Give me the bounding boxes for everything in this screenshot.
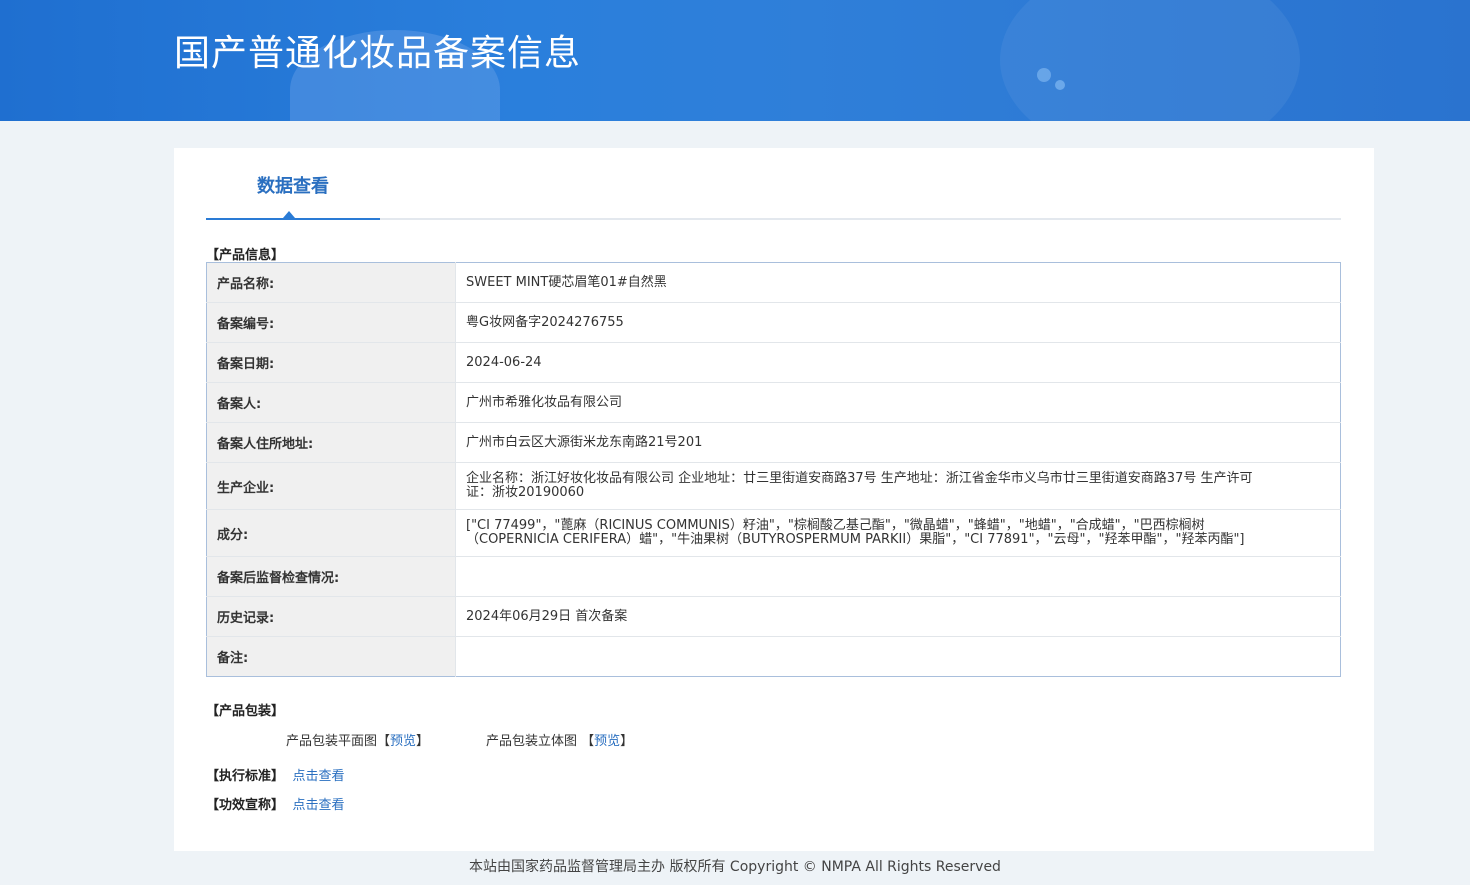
packaging-flat-label: 产品包装平面图 [286,734,378,749]
table-row: 历史记录: 2024年06月29日 首次备案 [206,596,1341,637]
bracket-close: 】 [620,734,634,749]
table-row: 成分: ["CI 77499"，"蓖麻（RICINUS COMMUNIS）籽油"… [206,509,1341,557]
section-packaging-label: 【产品包装】 [206,704,285,719]
packaging-3d-row: 产品包装立体图 【预览】 [486,730,633,749]
table-row: 备注: [206,636,1341,677]
page-title: 国产普通化妆品备案信息 [174,33,582,74]
row-key: 备注: [206,636,456,677]
standard-label: 【执行标准】 [206,769,285,784]
row-value: 2024-06-24 [455,342,1341,383]
bracket-close: 】 [416,734,430,749]
row-value [455,556,1341,597]
banner-dot [1055,80,1065,90]
tab-data-view[interactable]: 数据查看 [206,148,380,220]
tab-bar: 数据查看 [206,148,1341,220]
banner-decoration [1000,0,1300,121]
tab-active-caret [283,211,295,218]
content-panel: 数据查看 【产品信息】 产品名称: SWEET MINT硬芯眉笔01#自然黑 备… [174,148,1374,851]
row-key: 备案人住所地址: [206,422,456,463]
standard-row: 【执行标准】 点击查看 [206,765,345,784]
row-key: 备案人: [206,382,456,423]
row-value: ["CI 77499"，"蓖麻（RICINUS COMMUNIS）籽油"，"棕榈… [455,509,1341,557]
row-value: 企业名称：浙江好妆化妆品有限公司 企业地址：廿三里街道安商路37号 生产地址：浙… [455,462,1341,510]
table-row: 备案人: 广州市希雅化妆品有限公司 [206,382,1341,423]
packaging-3d-preview-link[interactable]: 预览 [594,734,620,749]
row-key: 备案编号: [206,302,456,343]
footer-copyright: 本站由国家药品监督管理局主办 版权所有 Copyright © NMPA All… [469,859,1001,875]
header-banner: 国产普通化妆品备案信息 [0,0,1470,121]
tab-label: 数据查看 [257,176,329,197]
row-key: 成分: [206,509,456,557]
row-key: 备案日期: [206,342,456,383]
product-info-table: 产品名称: SWEET MINT硬芯眉笔01#自然黑 备案编号: 粤G妆网备字2… [206,262,1341,677]
row-key: 历史记录: [206,596,456,637]
table-row: 备案日期: 2024-06-24 [206,342,1341,383]
row-key: 生产企业: [206,462,456,510]
packaging-3d-label: 产品包装立体图 [486,734,582,749]
section-product-info-label: 【产品信息】 [206,248,285,263]
bracket-open: 【 [581,734,595,749]
bracket-open: 【 [377,734,391,749]
table-row: 备案编号: 粤G妆网备字2024276755 [206,302,1341,343]
table-row: 生产企业: 企业名称：浙江好妆化妆品有限公司 企业地址：廿三里街道安商路37号 … [206,462,1341,510]
row-value: 2024年06月29日 首次备案 [455,596,1341,637]
table-row: 备案后监督检查情况: [206,556,1341,597]
efficacy-view-link[interactable]: 点击查看 [293,798,345,813]
row-value: SWEET MINT硬芯眉笔01#自然黑 [455,262,1341,303]
packaging-flat-preview-link[interactable]: 预览 [390,734,416,749]
packaging-flat-row: 产品包装平面图【预览】 [286,730,429,749]
standard-view-link[interactable]: 点击查看 [293,769,345,784]
table-row: 备案人住所地址: 广州市白云区大源街米龙东南路21号201 [206,422,1341,463]
table-row: 产品名称: SWEET MINT硬芯眉笔01#自然黑 [206,262,1341,303]
efficacy-label: 【功效宣称】 [206,798,285,813]
row-value [456,637,1341,677]
efficacy-row: 【功效宣称】 点击查看 [206,794,345,813]
row-key: 备案后监督检查情况: [206,556,456,597]
row-value: 粤G妆网备字2024276755 [455,302,1341,343]
banner-dot [1037,68,1051,82]
row-key: 产品名称: [206,262,456,303]
row-value: 广州市白云区大源街米龙东南路21号201 [455,422,1341,463]
row-value: 广州市希雅化妆品有限公司 [455,382,1341,423]
